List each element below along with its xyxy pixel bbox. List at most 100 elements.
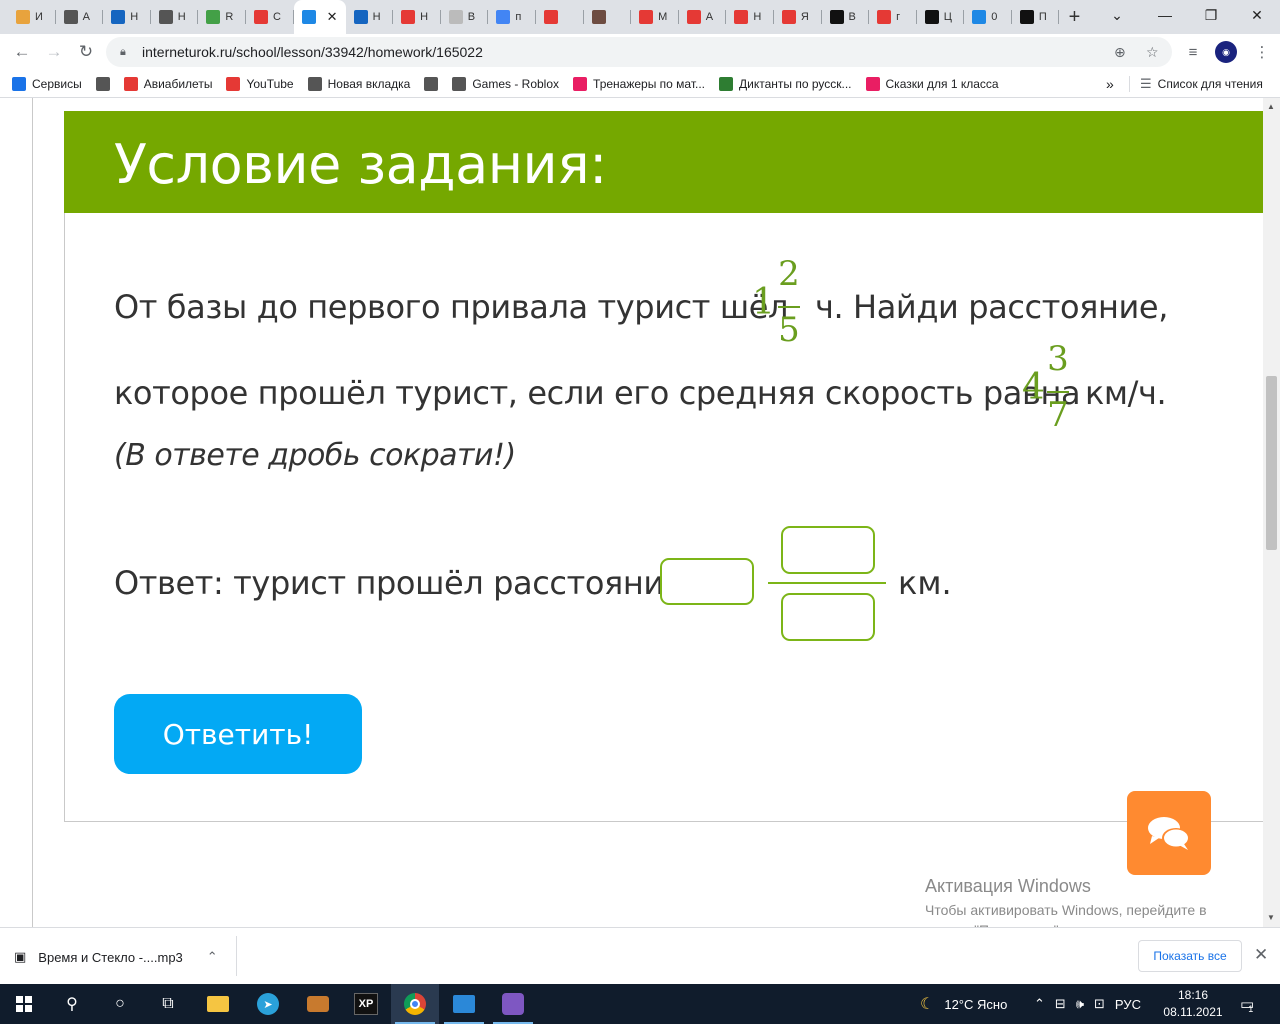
moon-icon: ☾ (920, 996, 935, 1013)
bookmark-label: Сказки для 1 класса (885, 76, 999, 91)
tab-title: 0 (991, 11, 998, 23)
answer-whole-input[interactable] (660, 558, 754, 605)
browser-tab[interactable]: г (869, 0, 917, 34)
chat-button[interactable] (1127, 791, 1211, 875)
chevron-up-icon[interactable]: ⌃ (207, 949, 218, 965)
tab-title: Н (753, 11, 762, 23)
app-icon[interactable] (294, 984, 342, 1024)
bookmark-item[interactable]: YouTube (226, 76, 294, 91)
close-tab-icon[interactable]: ✕ (327, 9, 338, 25)
windows-start-icon[interactable] (0, 984, 48, 1024)
tab-title: А (82, 11, 90, 23)
browser-tab[interactable] (536, 0, 584, 34)
tray-device-icon[interactable]: ⊟ (1055, 996, 1066, 1012)
profile-avatar[interactable]: ◉ (1212, 34, 1240, 70)
bookmark-item[interactable]: Диктанты по русск... (719, 76, 852, 91)
bookmark-item[interactable] (424, 76, 439, 91)
tab-title: R (225, 11, 234, 23)
browser-tab[interactable]: Я (774, 0, 822, 34)
media-control-icon[interactable]: ≡ (1179, 34, 1207, 70)
minimize-button[interactable]: — (1142, 0, 1188, 30)
task-view-icon[interactable]: ⧉ (144, 984, 192, 1024)
bookmark-item[interactable]: Авиабилеты (123, 76, 212, 91)
download-filename: Время и Стекло -....mp3 (38, 949, 183, 965)
menu-icon[interactable]: ⋮ (1248, 34, 1276, 70)
notification-center-button[interactable]: ▭ 1 (1240, 984, 1254, 1024)
download-item[interactable]: ▣ Время и Стекло -....mp3 ⌃ (14, 940, 218, 974)
browser-tab[interactable]: Н (103, 0, 151, 34)
chrome-icon[interactable] (391, 984, 439, 1024)
show-all-downloads-button[interactable]: Показать все (1138, 940, 1242, 972)
file-explorer-icon[interactable] (194, 984, 242, 1024)
tab-title: С (272, 11, 281, 23)
bookmark-item[interactable]: Сервисы (12, 76, 82, 91)
tray-expand-icon[interactable]: ⌃ (1034, 996, 1045, 1012)
task-text-line2-end: км/ч. (1085, 374, 1167, 412)
bookmarks-overflow-button[interactable]: » (1106, 76, 1114, 92)
browser-tab[interactable]: ✕ (293, 0, 346, 34)
submit-answer-button[interactable]: Ответить! (114, 694, 362, 774)
browser-tab[interactable]: Н (726, 0, 774, 34)
hand-icon (573, 76, 588, 91)
browser-tab[interactable]: В (822, 0, 870, 34)
browser-tab[interactable]: С (246, 0, 294, 34)
zoom-icon[interactable]: ⊕ (1114, 44, 1126, 61)
scroll-up-arrow-icon[interactable]: ▲ (1267, 102, 1275, 111)
bookmark-label: Сервисы (32, 76, 82, 91)
close-download-bar-icon[interactable]: ✕ (1254, 945, 1268, 965)
answer-denominator-input[interactable] (781, 593, 875, 641)
browser-tab[interactable]: М (631, 0, 679, 34)
address-bar[interactable]: 🔒︎ interneturok.ru/school/lesson/33942/h… (106, 37, 1172, 67)
xp-app-icon[interactable]: XP (342, 984, 390, 1024)
tab-search-chevron-icon[interactable]: ⌄ (1094, 0, 1140, 30)
close-window-button[interactable]: ✕ (1234, 0, 1280, 30)
telegram-icon[interactable]: ➤ (244, 984, 292, 1024)
browser-tab[interactable]: п (488, 0, 536, 34)
bookmark-item[interactable]: Новая вкладка (307, 76, 410, 91)
reading-list-button[interactable]: ☰ Список для чтения (1140, 76, 1263, 92)
browser-tab[interactable]: В (441, 0, 489, 34)
restore-button[interactable]: ❐ (1188, 0, 1234, 30)
language-indicator[interactable]: РУС (1115, 997, 1141, 1012)
reload-button[interactable]: ↻ (70, 36, 102, 68)
clock[interactable]: 18:16 08.11.2021 (1158, 987, 1228, 1021)
fraction-speed-denominator: 7 (1047, 395, 1069, 435)
browser-tab[interactable]: Н (151, 0, 199, 34)
browser-tab[interactable]: Н (393, 0, 441, 34)
browser-tab[interactable]: Н (346, 0, 394, 34)
bookmark-item[interactable]: Сказки для 1 класса (865, 76, 999, 91)
browser-tab[interactable]: И (8, 0, 56, 34)
browser-tab[interactable]: R (198, 0, 246, 34)
new-tab-button[interactable]: + (1059, 0, 1089, 34)
browser-tab[interactable]: 0 (964, 0, 1012, 34)
cortana-icon[interactable]: ○ (96, 984, 144, 1024)
browser-tab[interactable]: А (679, 0, 727, 34)
network-icon[interactable]: ⊡ (1094, 996, 1105, 1012)
game-app-icon[interactable] (489, 984, 537, 1024)
scroll-thumb[interactable] (1266, 376, 1277, 550)
browser-tab[interactable] (584, 0, 632, 34)
bookmark-item[interactable] (95, 76, 110, 91)
answer-numerator-input[interactable] (781, 526, 875, 574)
tab-title: А (705, 11, 714, 23)
bookmark-item[interactable]: Games - Roblox (452, 76, 559, 91)
page-icon (63, 10, 78, 24)
volume-icon[interactable]: 🕪︎ (1076, 996, 1084, 1012)
browser-tab[interactable]: Ц (917, 0, 965, 34)
bookmark-item[interactable]: Тренажеры по мат... (573, 76, 705, 91)
photos-app-icon[interactable] (440, 984, 488, 1024)
browser-tab[interactable]: П (1012, 0, 1060, 34)
bookmark-divider (1129, 76, 1130, 92)
back-button[interactable]: ← (6, 36, 38, 68)
forward-button[interactable]: → (38, 36, 70, 68)
bookmark-star-icon[interactable]: ☆ (1146, 44, 1159, 61)
search-icon[interactable]: ⚲ (48, 984, 96, 1024)
scroll-down-arrow-icon[interactable]: ▼ (1267, 913, 1275, 922)
avatar-icon: ◉ (1215, 41, 1237, 63)
browser-tab[interactable]: А (56, 0, 104, 34)
weather-widget[interactable]: ☾ 12°C Ясно (920, 984, 1007, 1024)
download-divider (236, 936, 237, 976)
weather-text: 12°C Ясно (944, 996, 1008, 1012)
page-scrollbar[interactable]: ▲ ▼ (1263, 98, 1280, 927)
tab-list: И А Н Н R С ✕ Н Н Вп М А Н Я Вг Ц 0 П (8, 0, 1060, 34)
